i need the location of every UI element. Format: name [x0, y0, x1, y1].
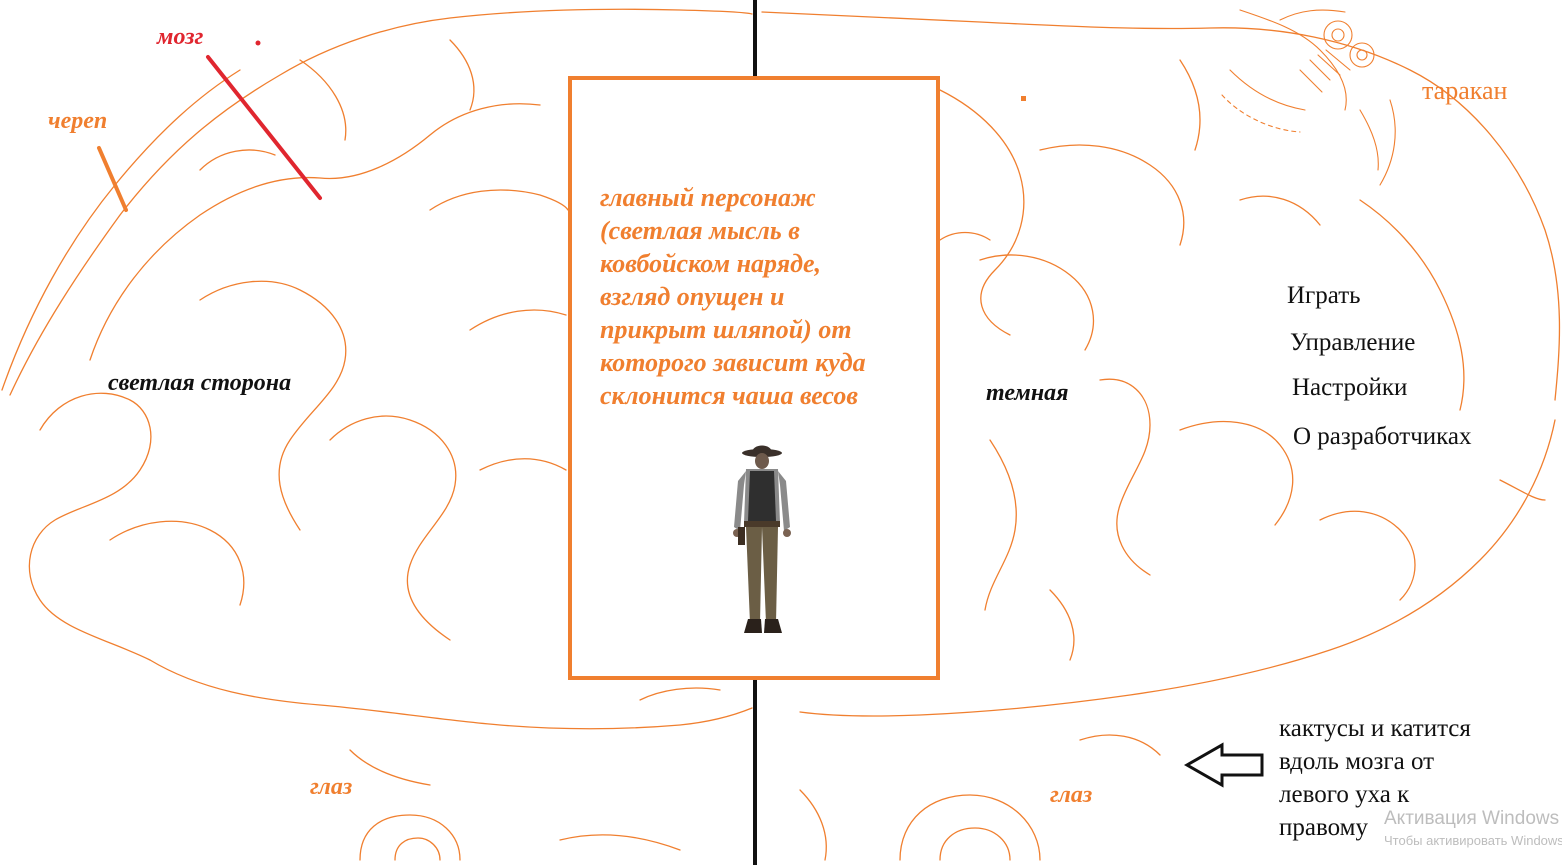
eye-outline-right [899, 794, 1041, 861]
orange-dot [1021, 96, 1026, 101]
brain-fold-right-15 [1079, 734, 1161, 756]
brain-fold-left-10 [299, 59, 347, 141]
brain-label: мозг [157, 24, 204, 50]
eye-outline-right-inner [939, 827, 1011, 861]
brain-fold-left-1 [89, 103, 541, 361]
brain-fold-left-5 [329, 415, 457, 641]
brain-fold-right-12 [939, 231, 991, 241]
menu-controls-button[interactable]: Управление [1290, 329, 1415, 357]
eye-label-left: глаз [310, 774, 353, 800]
brain-fold-left-14 [559, 834, 681, 851]
menu-about-button[interactable]: О разработчиках [1293, 423, 1472, 451]
watermark-subtitle: Чтобы активировать Windows [1384, 833, 1562, 848]
skull-label: череп [48, 108, 108, 134]
menu-settings-button[interactable]: Настройки [1292, 374, 1407, 402]
brain-fold-left-9 [109, 520, 245, 606]
brain-fold-left-12 [199, 149, 276, 171]
eye-outline-left [359, 814, 461, 861]
brain-fold-left-4 [199, 280, 347, 531]
brain-fold-right-10 [1179, 59, 1201, 151]
light-side-label: светлая сторона [108, 370, 292, 396]
brain-fold-right-6 [984, 439, 1017, 611]
character-description: главный персонаж (светлая мысль в ковбой… [600, 183, 866, 410]
brain-fold-left-8 [479, 458, 567, 471]
brain-fold-left-6 [429, 189, 569, 211]
brain-fold-right-2 [1039, 144, 1185, 246]
brain-fold-right-14 [799, 789, 827, 861]
brain-fold-right-7 [1049, 589, 1075, 661]
brain-pointer-line [206, 55, 322, 200]
watermark-title: Активация Windows [1384, 808, 1560, 829]
brain-fold-left-7 [469, 309, 567, 331]
cowboy-character-icon [733, 445, 791, 633]
eye-label-right: глаз [1050, 782, 1093, 808]
windows-activation-watermark: Активация Windows Чтобы активировать Win… [1384, 808, 1562, 848]
brain-fold-left-2 [28, 392, 152, 661]
brain-fold-right-8 [1319, 510, 1416, 601]
dark-side-label: темная [986, 380, 1069, 406]
left-arrow-icon [1183, 742, 1264, 788]
brain-fold-left-15 [639, 687, 721, 701]
eye-outline-left-inner [394, 837, 441, 861]
brain-fold-right-11 [1239, 195, 1321, 226]
cockroach-label: таракан [1422, 76, 1508, 105]
brain-fold-right-5 [1179, 420, 1294, 526]
brain-fold-right-1 [939, 89, 1025, 336]
menu-play-button[interactable]: Играть [1287, 282, 1361, 310]
brain-fold-right-13 [1499, 479, 1546, 501]
brain-fold-right-4 [1099, 378, 1151, 576]
character-panel: главный персонаж (светлая мысль в ковбой… [568, 76, 940, 680]
brain-fold-right-3 [979, 254, 1095, 351]
brain-fold-left-13 [349, 749, 431, 786]
brain-fold-left-11 [449, 39, 475, 111]
red-dot [255, 40, 261, 46]
